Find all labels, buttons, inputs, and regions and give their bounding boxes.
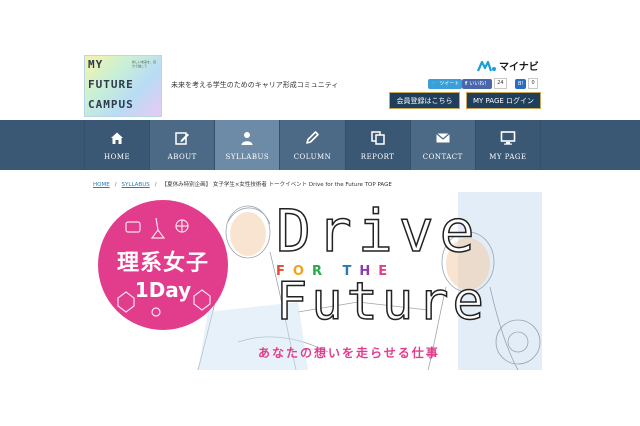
nav-item-mypage[interactable]: MY PAGE <box>476 120 541 170</box>
hatena-label: B! <box>518 80 524 87</box>
breadcrumb-current: 【夏休み特別企画】 女子学生×女性技術者 トークイベント Drive for t… <box>161 182 392 188</box>
logo-row-3: CAMPUS <box>88 98 134 111</box>
hatena-count: 0 <box>528 78 538 89</box>
nav-label: HOME <box>104 153 131 161</box>
nav-item-contact[interactable]: CONTACT <box>410 120 476 170</box>
site-logo[interactable]: MY 新しい未来を、自分で描こう FUTURE CAMPUS <box>84 55 162 117</box>
breadcrumb-separator: / <box>154 182 157 188</box>
page: MY 新しい未来を、自分で描こう FUTURE CAMPUS 未来を考える学生の… <box>0 0 640 426</box>
hero-banner[interactable]: 理系女子 1Day Drive FOR THE Future あなたの想いを走ら… <box>98 192 542 370</box>
main-nav: HOME ABOUT SYLLABUS COLUMN REPORT CONTAC… <box>0 120 640 170</box>
rikejo-badge: 理系女子 1Day <box>98 200 228 330</box>
like-label: いいね！ <box>469 80 490 87</box>
badge-subtitle: 1Day <box>134 278 192 302</box>
nav-label: CONTACT <box>422 153 463 161</box>
nav-item-column[interactable]: COLUMN <box>280 120 346 170</box>
mynavi-logo-icon <box>477 60 496 71</box>
breadcrumb-home[interactable]: HOME <box>93 182 110 188</box>
mypage-login-button[interactable]: MY PAGE ログイン <box>466 92 541 109</box>
nav-label: COLUMN <box>293 153 332 161</box>
nav-item-syllabus[interactable]: SYLLABUS <box>215 120 281 170</box>
nav-item-home[interactable]: HOME <box>84 120 151 170</box>
hatena-widget[interactable]: B! 0 <box>515 78 538 89</box>
nav-label: REPORT <box>360 153 395 161</box>
monitor-icon <box>500 131 516 145</box>
like-widget[interactable]: f いいね！ 24 <box>462 78 507 89</box>
facebook-icon: f <box>465 80 468 87</box>
logo-subtext: 新しい未来を、自分で描こう <box>132 60 157 68</box>
tweet-button[interactable]: 🐦 ツイート <box>428 78 463 89</box>
site-tagline: 未来を考える学生のためのキャリア形成コミュニティ <box>171 81 339 89</box>
breadcrumb-separator: / <box>114 182 117 188</box>
hero-catchphrase: あなたの想いを走らせる仕事 <box>258 346 440 360</box>
badge-title: 理系女子 <box>116 251 209 276</box>
register-button[interactable]: 会員登録はこちら <box>389 92 460 109</box>
twitter-bird-icon: 🐦 <box>431 80 438 87</box>
nav-item-report[interactable]: REPORT <box>346 120 411 170</box>
breadcrumb-syllabus[interactable]: SYLLABUS <box>122 182 150 188</box>
hero-title-drive: Drive <box>275 197 481 265</box>
tweet-widget[interactable]: 🐦 ツイート <box>428 78 463 89</box>
nav-label: ABOUT <box>167 153 197 161</box>
like-button[interactable]: f いいね！ <box>462 78 493 89</box>
copy-icon <box>370 131 385 145</box>
hatena-bookmark-button[interactable]: B! <box>515 78 527 89</box>
home-icon <box>111 132 124 144</box>
breadcrumb: HOME / SYLLABUS / 【夏休み特別企画】 女子学生×女性技術者 トークイベ… <box>93 180 392 188</box>
logo-row-1: MY <box>88 58 104 71</box>
nav-item-about[interactable]: ABOUT <box>150 120 216 170</box>
like-count: 24 <box>494 78 507 89</box>
nav-label: SYLLABUS <box>225 153 270 161</box>
mynavi-brand[interactable]: マイナビ <box>477 58 539 73</box>
pen-icon <box>306 131 320 144</box>
person-icon <box>241 132 253 145</box>
logo-row-2: FUTURE <box>88 78 134 91</box>
mail-icon <box>435 133 450 143</box>
brand-name: マイナビ <box>499 62 539 73</box>
pencil-note-icon <box>175 132 190 145</box>
tweet-label: ツイート <box>439 80 460 87</box>
hero-title-future: Future <box>275 272 488 332</box>
nav-items: HOME ABOUT SYLLABUS COLUMN REPORT CONTAC… <box>84 120 541 170</box>
nav-label: MY PAGE <box>489 153 527 161</box>
